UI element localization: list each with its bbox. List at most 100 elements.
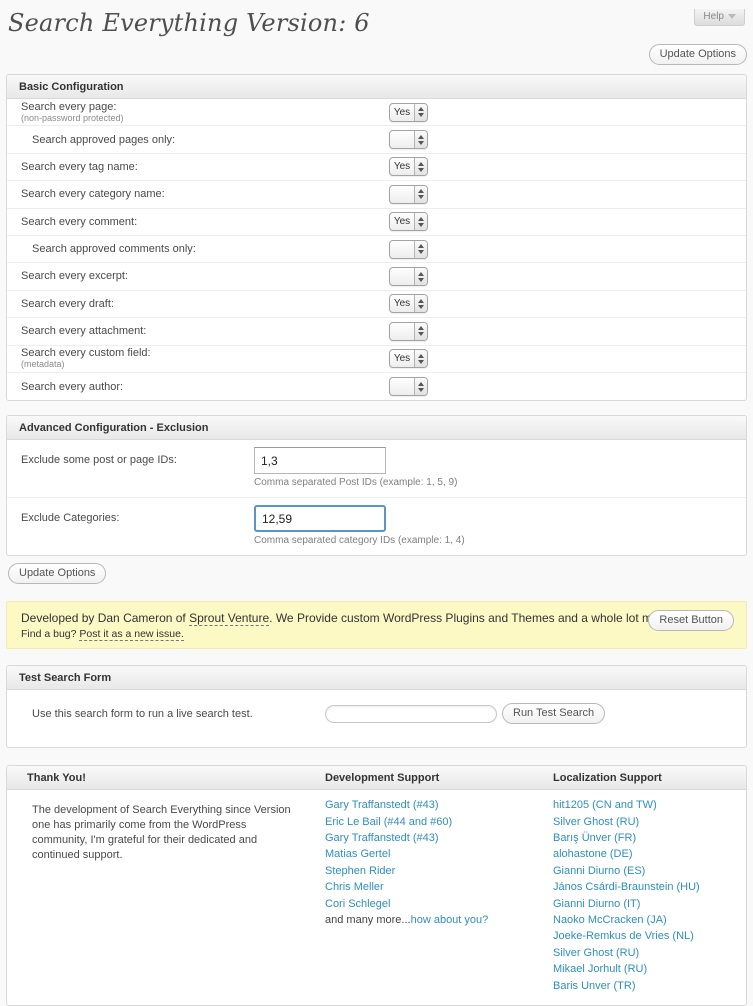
list-item: Joeke-Remkus de Vries (NL) [553,931,746,942]
help-label: Help [703,11,724,22]
contributor-link[interactable]: Stephen Rider [325,865,395,877]
sprout-venture-link[interactable]: Sprout Venture [189,611,269,626]
test-form-description: Use this search form to run a live searc… [32,708,325,720]
run-test-search-button[interactable]: Run Test Search [502,703,605,724]
chevron-down-icon [728,14,736,19]
select-stepper-icon [414,268,427,285]
select-stepper-icon [414,104,427,121]
select-search-every-attachment[interactable] [389,322,428,341]
contributor-link[interactable]: Matias Gertel [325,848,390,860]
exclude-categories-input[interactable] [254,505,386,532]
select-stepper-icon [414,158,427,175]
translator-link[interactable]: Silver Ghost (RU) [553,816,639,828]
select-search-every-tag-name[interactable]: Yes [389,157,428,176]
list-item: Gianni Diurno (ES) [553,866,746,877]
exclude-post-ids-input[interactable] [254,447,386,474]
select-search-every-draft[interactable]: Yes [389,294,428,313]
how-about-you-link[interactable]: how about you? [411,914,489,926]
row-label: Search every attachment: [21,325,146,337]
row-label: Search every category name: [21,188,165,200]
select-search-every-category-name[interactable] [389,185,428,204]
update-options-button-top[interactable]: Update Options [649,44,747,65]
list-item: and many more...how about you? [325,915,553,926]
select-search-approved-pages-only[interactable] [389,130,428,149]
help-button[interactable]: Help [694,9,745,26]
select-search-every-author[interactable] [389,377,428,396]
row-label: Search every custom field: [21,347,151,359]
test-search-input[interactable] [325,705,497,723]
thank-you-message: The development of Search Everything sin… [7,790,325,1005]
list-item: Barış Ünver (FR) [553,833,746,844]
row-search-every-tag-name: Search every tag name: Yes [7,154,746,181]
list-item: hit1205 (CN and TW) [553,800,746,811]
row-search-every-excerpt: Search every excerpt: [7,263,746,290]
test-search-form-panel: Test Search Form Use this search form to… [6,665,747,748]
row-label: Search approved comments only: [32,243,196,255]
select-search-every-page[interactable]: Yes [389,103,428,122]
row-search-every-category-name: Search every category name: [7,181,746,208]
list-item: Mikael Jorhult (RU) [553,964,746,975]
row-search-every-author: Search every author: [7,373,746,400]
select-search-approved-comments-only[interactable] [389,240,428,259]
translator-link[interactable]: Naoko McCracken (JA) [553,914,667,926]
row-sublabel: (metadata) [21,360,389,370]
translator-link[interactable]: Gianni Diurno (ES) [553,865,645,877]
post-new-issue-link[interactable]: Post it as a new issue. [79,628,183,641]
translator-link[interactable]: Gianni Diurno (IT) [553,898,640,910]
translator-link[interactable]: Mikael Jorhult (RU) [553,963,647,975]
contributor-link[interactable]: Cori Schlegel [325,898,390,910]
translator-link[interactable]: János Csárdi-Braunstein (HU) [553,881,700,893]
page-title: Search Everything Version: 6 [8,9,747,37]
basic-configuration-panel: Basic Configuration Search every page: (… [6,74,747,401]
list-item: Silver Ghost (RU) [553,817,746,828]
notice-text: Developed by Dan Cameron of [21,611,189,625]
update-options-button-bottom[interactable]: Update Options [8,563,106,584]
advanced-configuration-panel: Advanced Configuration - Exclusion Exclu… [6,415,747,556]
advanced-configuration-header: Advanced Configuration - Exclusion [7,416,746,440]
select-search-every-custom-field[interactable]: Yes [389,349,428,368]
row-search-every-comment: Search every comment: Yes [7,209,746,236]
row-search-every-custom-field: Search every custom field: (metadata) Ye… [7,346,746,373]
row-label: Exclude Categories: [21,505,254,546]
list-item: Chris Meller [325,882,553,893]
list-item: Matias Gertel [325,849,553,860]
row-exclude-categories: Exclude Categories: Comma separated cate… [7,498,746,555]
row-label: Search every page: [21,101,116,113]
select-search-every-excerpt[interactable] [389,267,428,286]
row-label: Search approved pages only: [32,134,175,146]
translator-link[interactable]: alohastone (DE) [553,848,633,860]
list-item: Gary Traffanstedt (#43) [325,800,553,811]
notice-text: Find a bug? [21,628,79,640]
select-stepper-icon [414,241,427,258]
localization-support-list: hit1205 (CN and TW) Silver Ghost (RU) Ba… [553,790,746,1005]
select-search-every-comment[interactable]: Yes [389,212,428,231]
row-label: Search every excerpt: [21,270,128,282]
list-item: alohastone (DE) [553,849,746,860]
list-item: Baris Unver (TR) [553,981,746,992]
helper-text: Comma separated Post IDs (example: 1, 5,… [254,477,457,488]
thank-you-header: Thank You! [7,766,325,789]
row-label: Search every tag name: [21,161,138,173]
translator-link[interactable]: Baris Unver (TR) [553,980,636,992]
translator-link[interactable]: Joeke-Remkus de Vries (NL) [553,930,694,942]
list-item: Stephen Rider [325,866,553,877]
translator-link[interactable]: hit1205 (CN and TW) [553,799,657,811]
contributor-link[interactable]: Chris Meller [325,881,384,893]
translator-link[interactable]: Silver Ghost (RU) [553,947,639,959]
row-search-every-page: Search every page: (non-password protect… [7,99,746,126]
localization-support-header: Localization Support [553,766,746,789]
helper-text: Comma separated category IDs (example: 1… [254,535,465,546]
contributor-link[interactable]: Eric Le Bail (#44 and #60) [325,816,452,828]
reset-button[interactable]: Reset Button [648,610,734,631]
translator-link[interactable]: Barış Ünver (FR) [553,832,636,844]
contributor-link[interactable]: Gary Traffanstedt (#43) [325,799,439,811]
test-search-form-header: Test Search Form [7,666,746,690]
list-item: Naoko McCracken (JA) [553,915,746,926]
list-item: Gary Traffanstedt (#43) [325,833,553,844]
contributor-link[interactable]: Gary Traffanstedt (#43) [325,832,439,844]
select-stepper-icon [414,378,427,395]
select-stepper-icon [414,213,427,230]
row-label: Search every author: [21,381,123,393]
developer-notice: Developed by Dan Cameron of Sprout Ventu… [6,601,747,649]
select-stepper-icon [414,186,427,203]
